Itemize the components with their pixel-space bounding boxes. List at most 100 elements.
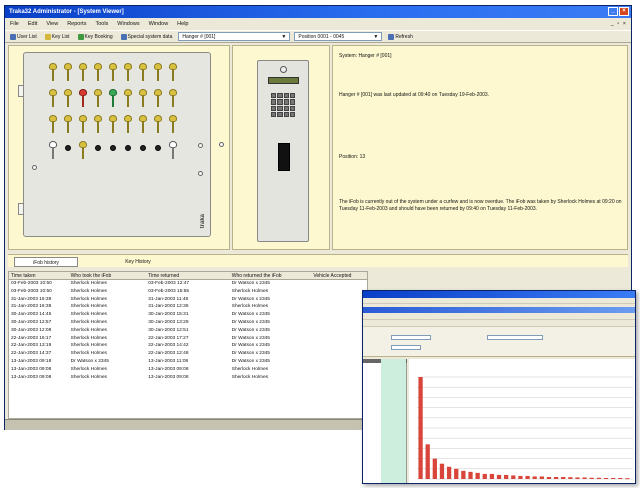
key-icon[interactable]	[106, 89, 120, 109]
table-row[interactable]: 22-Jan-2003 13:19 Sherlock Holmes 22-Jan-2…	[9, 342, 367, 350]
table-cell: 22-Jan-2003 12:48	[148, 351, 189, 357]
document-controls[interactable]: _ ▫ ×	[611, 19, 627, 29]
chart-bar	[489, 473, 495, 479]
menu-help[interactable]: Help	[176, 19, 189, 29]
table-cell: Sherlock Holmes	[70, 351, 107, 357]
chart-bar	[575, 477, 580, 479]
key-icon[interactable]	[91, 89, 105, 109]
key-icon[interactable]	[166, 63, 180, 83]
key-icon[interactable]	[76, 89, 90, 109]
table-row[interactable]: 22-Jan-2003 14:37 Sherlock Holmes 22-Jan-2…	[9, 350, 367, 358]
refresh-button[interactable]: Refresh	[386, 33, 415, 41]
table-cell: 31-Jan-2003 16:38	[11, 296, 52, 302]
key-icon[interactable]	[106, 63, 120, 83]
table-cell: 22-Jan-2003 16:17	[11, 335, 52, 341]
refresh-icon	[388, 33, 395, 40]
key-icon[interactable]	[151, 115, 165, 135]
report-filter-field[interactable]	[391, 345, 421, 350]
user-list-button[interactable]: User List	[8, 33, 39, 41]
table-row[interactable]: 13-Jan-2003 09:18 Dr Watson x 2345 13-Jan-…	[9, 358, 367, 366]
menu-tools[interactable]: Tools	[94, 19, 109, 29]
key-icon[interactable]	[46, 63, 60, 83]
empty-key-slot-icon[interactable]	[136, 141, 150, 161]
key-icon[interactable]	[61, 63, 75, 83]
key-icon[interactable]	[166, 141, 180, 161]
key-icon[interactable]	[151, 89, 165, 109]
key-icon[interactable]	[91, 115, 105, 135]
screw-icon	[219, 142, 224, 147]
table-cell: 22-Jan-2003 17:27	[148, 335, 189, 341]
tab-ifob-history[interactable]: iFob history	[14, 257, 78, 267]
key-booking-button[interactable]: Key Booking	[76, 33, 115, 41]
key-list-button[interactable]: Key List	[43, 33, 72, 41]
key-icon[interactable]	[76, 141, 90, 161]
key-icon[interactable]	[61, 115, 75, 135]
table-row[interactable]: 30-Jan-2003 12:57 Sherlock Holmes 30-Jan-2…	[9, 319, 367, 327]
key-icon[interactable]	[151, 63, 165, 83]
column-header[interactable]: Who took the iFob	[69, 272, 147, 279]
minimize-button[interactable]: _	[608, 7, 618, 16]
hanger-select[interactable]: Hanger # [001] ▼	[178, 32, 291, 41]
column-header[interactable]: Who returned the iFob	[230, 272, 312, 279]
table-cell: Dr Watson x 2345	[231, 281, 270, 286]
table-cell: Dr Watson x 2345	[231, 335, 270, 341]
booking-icon	[77, 33, 84, 40]
report-inner-title-bar	[363, 307, 635, 313]
table-cell: Dr Watson x 2345	[70, 358, 109, 364]
report-filter-field[interactable]	[487, 335, 543, 340]
key-icon[interactable]	[136, 63, 150, 83]
hanger-select-value: Hanger # [001]	[182, 33, 216, 40]
column-header[interactable]: Vehicle Accepted	[311, 272, 367, 279]
table-cell: 30-Jan-2003 14:45	[11, 312, 52, 318]
menu-file[interactable]: File	[9, 19, 20, 29]
key-icon[interactable]	[136, 115, 150, 135]
key-icon[interactable]	[166, 89, 180, 109]
key-icon[interactable]	[46, 141, 60, 161]
position-select[interactable]: Position 0001 - 0045 ▼	[294, 32, 383, 41]
empty-key-slot-icon[interactable]	[91, 141, 105, 161]
table-row[interactable]: 03-Feb-2003 10:50 Sherlock Holmes 03-Feb-2…	[9, 280, 367, 288]
menu-edit[interactable]: Edit	[27, 19, 38, 29]
table-row[interactable]: 30-Jan-2003 12:08 Sherlock Holmes 30-Jan-2…	[9, 327, 367, 335]
chart-bar	[561, 476, 566, 479]
column-header[interactable]: Time returned	[146, 272, 230, 279]
tab-key-history[interactable]: Key History	[98, 257, 178, 267]
key-icon[interactable]	[121, 63, 135, 83]
key-icon[interactable]	[106, 115, 120, 135]
key-icon[interactable]	[76, 115, 90, 135]
menu-view[interactable]: View	[45, 19, 59, 29]
key-icon[interactable]	[91, 63, 105, 83]
empty-key-slot-icon[interactable]	[61, 141, 75, 161]
info-pane: System: Hanger # [001] Hanger # [001] wa…	[332, 45, 628, 250]
table-row[interactable]: 30-Jan-2003 14:45 Sherlock Holmes 30-Jan-2…	[9, 311, 367, 319]
table-cell: 30-Jan-2003 13:29	[148, 319, 189, 325]
key-icon[interactable]	[166, 115, 180, 135]
column-header[interactable]: Time taken	[9, 272, 69, 279]
empty-key-slot-icon[interactable]	[106, 141, 120, 161]
table-cell: 31-Jan-2003 11:48	[148, 296, 189, 302]
table-row[interactable]: 31-Jan-2003 16:38 Sherlock Holmes 31-Jan-2…	[9, 303, 367, 311]
key-icon[interactable]	[76, 63, 90, 83]
close-button[interactable]: ×	[619, 7, 629, 16]
table-row[interactable]: 13-Jan-2003 09:08 Sherlock Holmes 13-Jan-2…	[9, 374, 367, 382]
menu-windows[interactable]: Windows	[116, 19, 140, 29]
key-icon[interactable]	[61, 89, 75, 109]
table-cell: Sherlock Holmes	[70, 343, 107, 349]
key-icon[interactable]	[121, 89, 135, 109]
key-icon[interactable]	[121, 115, 135, 135]
report-filter-field[interactable]	[391, 335, 431, 340]
table-row[interactable]: 31-Jan-2003 16:38 Sherlock Holmes 31-Jan-2…	[9, 296, 367, 304]
chart-bar	[446, 466, 452, 479]
table-row[interactable]: 13-Jan-2003 09:08 Sherlock Holmes 13-Jan-2…	[9, 366, 367, 374]
key-icon[interactable]	[136, 89, 150, 109]
table-row[interactable]: 03-Feb-2003 10:50 Sherlock Holmes 03-Feb-2…	[9, 288, 367, 296]
key-icon[interactable]	[46, 115, 60, 135]
window-controls: _ ×	[608, 7, 629, 16]
key-icon[interactable]	[46, 89, 60, 109]
empty-key-slot-icon[interactable]	[151, 141, 165, 161]
menu-window[interactable]: Window	[148, 19, 170, 29]
table-row[interactable]: 22-Jan-2003 16:17 Sherlock Holmes 22-Jan-2…	[9, 335, 367, 343]
special-system-data-button[interactable]: Special system data	[119, 33, 175, 41]
empty-key-slot-icon[interactable]	[121, 141, 135, 161]
menu-reports[interactable]: Reports	[66, 19, 87, 29]
